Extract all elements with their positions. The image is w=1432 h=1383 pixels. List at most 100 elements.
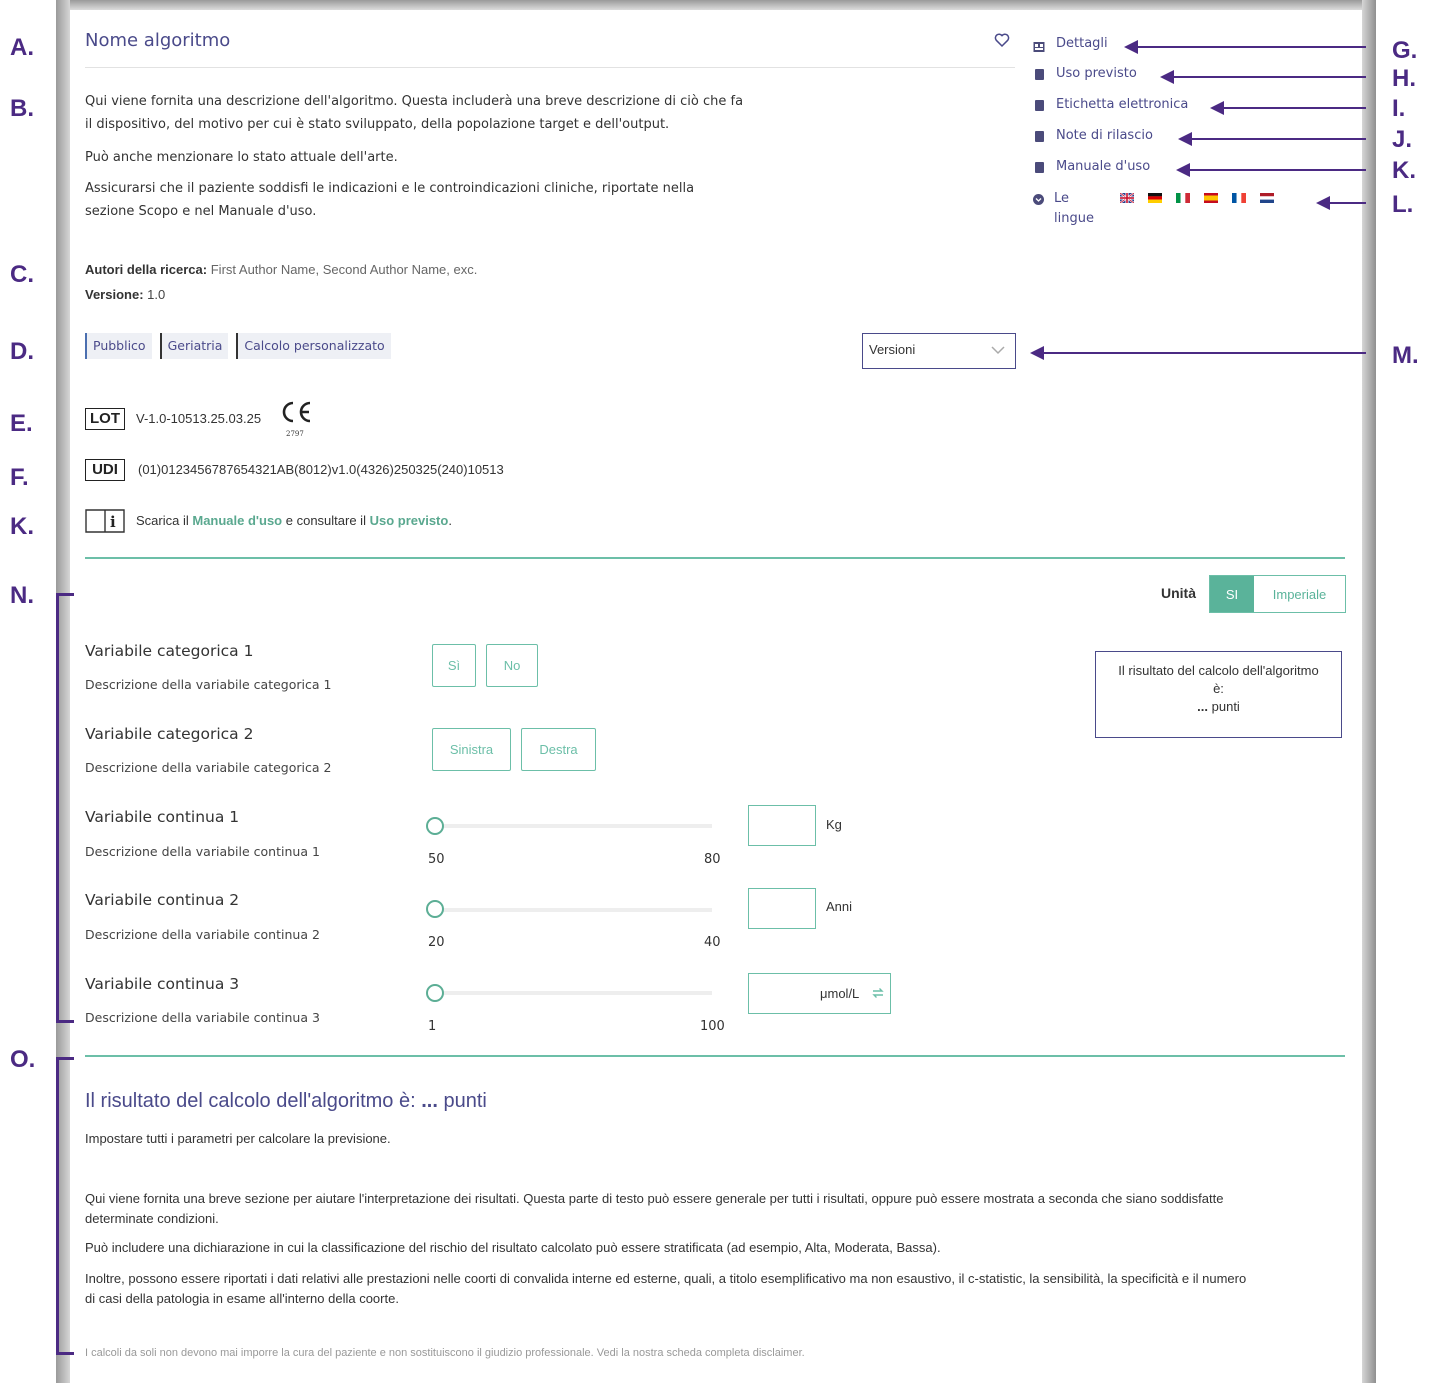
manual-link[interactable]: Manuale d'uso [192,513,282,528]
interpretation-line: determinate condizioni. [85,1211,219,1226]
arrow-k [1176,163,1366,177]
annotation-c: C. [10,261,34,288]
option-no-button[interactable]: No [486,644,538,687]
annotation-j: J. [1392,126,1413,153]
side-menu-note-di-rilascio[interactable]: Note di rilascio [1056,128,1153,143]
result-heading-dots: ... [421,1090,438,1112]
side-menu-etichetta-elettronica[interactable]: Etichetta elettronica [1056,97,1188,112]
language-flags [1120,193,1274,203]
tag-calcolo-personalizzato[interactable]: Calcolo personalizzato [236,333,391,359]
units-option-si[interactable]: SI [1210,576,1254,612]
flag-uk-icon[interactable] [1120,193,1134,203]
languages-label-line1: Le [1054,191,1070,206]
manual-note-pre: Scarica il [136,513,193,528]
side-menu-uso-previsto[interactable]: Uso previsto [1056,66,1137,81]
favorite-heart-icon[interactable] [994,32,1010,48]
slider-thumb[interactable] [426,817,444,835]
option-sinistra-button[interactable]: Sinistra [432,728,511,771]
side-menu-manuale-uso[interactable]: Manuale d'uso [1056,159,1150,174]
version-label: Versione: [85,287,144,302]
document-icon [1035,162,1044,173]
svg-text:i: i [110,513,116,531]
annotation-d: D. [10,338,34,365]
bracket-o [56,1057,59,1355]
value-input[interactable] [748,888,816,929]
description-line: Qui viene fornita una descrizione dell'a… [85,94,744,109]
details-icon [1033,38,1045,52]
slider-track[interactable] [434,908,712,912]
description-line: sezione Scopo e nel Manuale d'uso. [85,204,317,219]
manual-book-icon: i [85,508,125,534]
flag-de-icon[interactable] [1148,193,1162,203]
flag-nl-icon[interactable] [1260,193,1274,203]
languages-label[interactable]: Le lingue [1054,189,1094,229]
arrow-g [1124,40,1366,54]
result-box-unit: punti [1211,699,1240,714]
arrow-m [1030,346,1366,360]
slider-min: 20 [428,935,445,950]
variable-description: Descrizione della variabile continua 1 [85,844,320,859]
performance-line: Inoltre, possono essere riportati i dati… [85,1271,1247,1286]
annotation-g: G. [1392,37,1418,64]
authors-label: Autori della ricerca: [85,262,208,277]
slider-track[interactable] [434,991,712,995]
slider-max: 100 [700,1019,725,1034]
description-line: Assicurarsi che il paziente soddisfi le … [85,181,695,196]
versions-select[interactable]: Versioni [862,333,1016,369]
option-destra-button[interactable]: Destra [521,728,596,771]
flag-it-icon[interactable] [1176,193,1190,203]
manual-note-mid: e consultare il [282,513,370,528]
result-box-points: ... punti [1096,699,1341,714]
tag-geriatria[interactable]: Geriatria [159,333,229,359]
annotation-l: L. [1392,191,1414,218]
slider-thumb[interactable] [426,984,444,1002]
value-input[interactable] [748,973,816,1014]
variable-name: Variabile continua 2 [85,891,240,909]
bracket-n-top [56,593,74,596]
version-value: 1.0 [147,287,166,302]
window-frame-top [56,0,1376,10]
annotation-e: E. [10,410,33,437]
annotation-h: H. [1392,65,1416,92]
slider-thumb[interactable] [426,900,444,918]
document-icon [1035,131,1044,142]
annotation-f: F. [10,464,29,491]
flag-es-icon[interactable] [1204,193,1218,203]
ce-number: 2797 [286,430,304,438]
bracket-n-bottom [56,1020,74,1023]
performance-paragraph: Inoltre, possono essere riportati i dati… [85,1269,1345,1309]
slider-min: 50 [428,852,445,867]
option-si-button[interactable]: Sì [432,644,476,687]
unit-label: Anni [826,899,853,914]
chevron-down-icon [991,346,1005,355]
variable-description: Descrizione della variabile categorica 2 [85,760,332,775]
authors-line: Autori della ricerca: First Author Name,… [85,262,477,277]
value-input[interactable] [748,805,816,846]
manual-note-post: . [448,513,452,528]
use-link[interactable]: Uso previsto [370,513,449,528]
interpretation-line: Qui viene fornita una breve sezione per … [85,1191,1224,1206]
result-box-line2: è: [1213,681,1224,696]
versions-select-value: Versioni [869,342,916,357]
annotation-b: B. [10,95,34,122]
ce-mark-icon [280,400,314,424]
unit-switch-button[interactable]: μmol/L [815,973,891,1014]
side-menu-dettagli[interactable]: Dettagli [1056,36,1108,51]
description-line: Può anche menzionare lo stato attuale de… [85,150,398,165]
slider-track[interactable] [434,824,712,828]
manual-note: Scarica il Manuale d'uso e consultare il… [136,513,452,528]
variable-name: Variabile categorica 2 [85,725,254,743]
slider-max: 40 [704,935,721,950]
chevron-circle-down-icon[interactable] [1033,190,1044,205]
bracket-o-bottom [56,1352,74,1355]
version-line: Versione: 1.0 [85,287,165,302]
flag-fr-icon[interactable] [1232,193,1246,203]
document-icon [1035,100,1044,111]
bracket-o-top [56,1057,74,1060]
tag-list: Pubblico Geriatria Calcolo personalizzat… [85,333,391,359]
tag-pubblico[interactable]: Pubblico [85,333,152,359]
lot-value: V-1.0-10513.25.03.25 [136,411,262,426]
units-option-imperiale[interactable]: Imperiale [1254,576,1345,612]
disclaimer: I calcoli da soli non devono mai imporre… [85,1347,805,1359]
section-divider [85,557,1345,559]
